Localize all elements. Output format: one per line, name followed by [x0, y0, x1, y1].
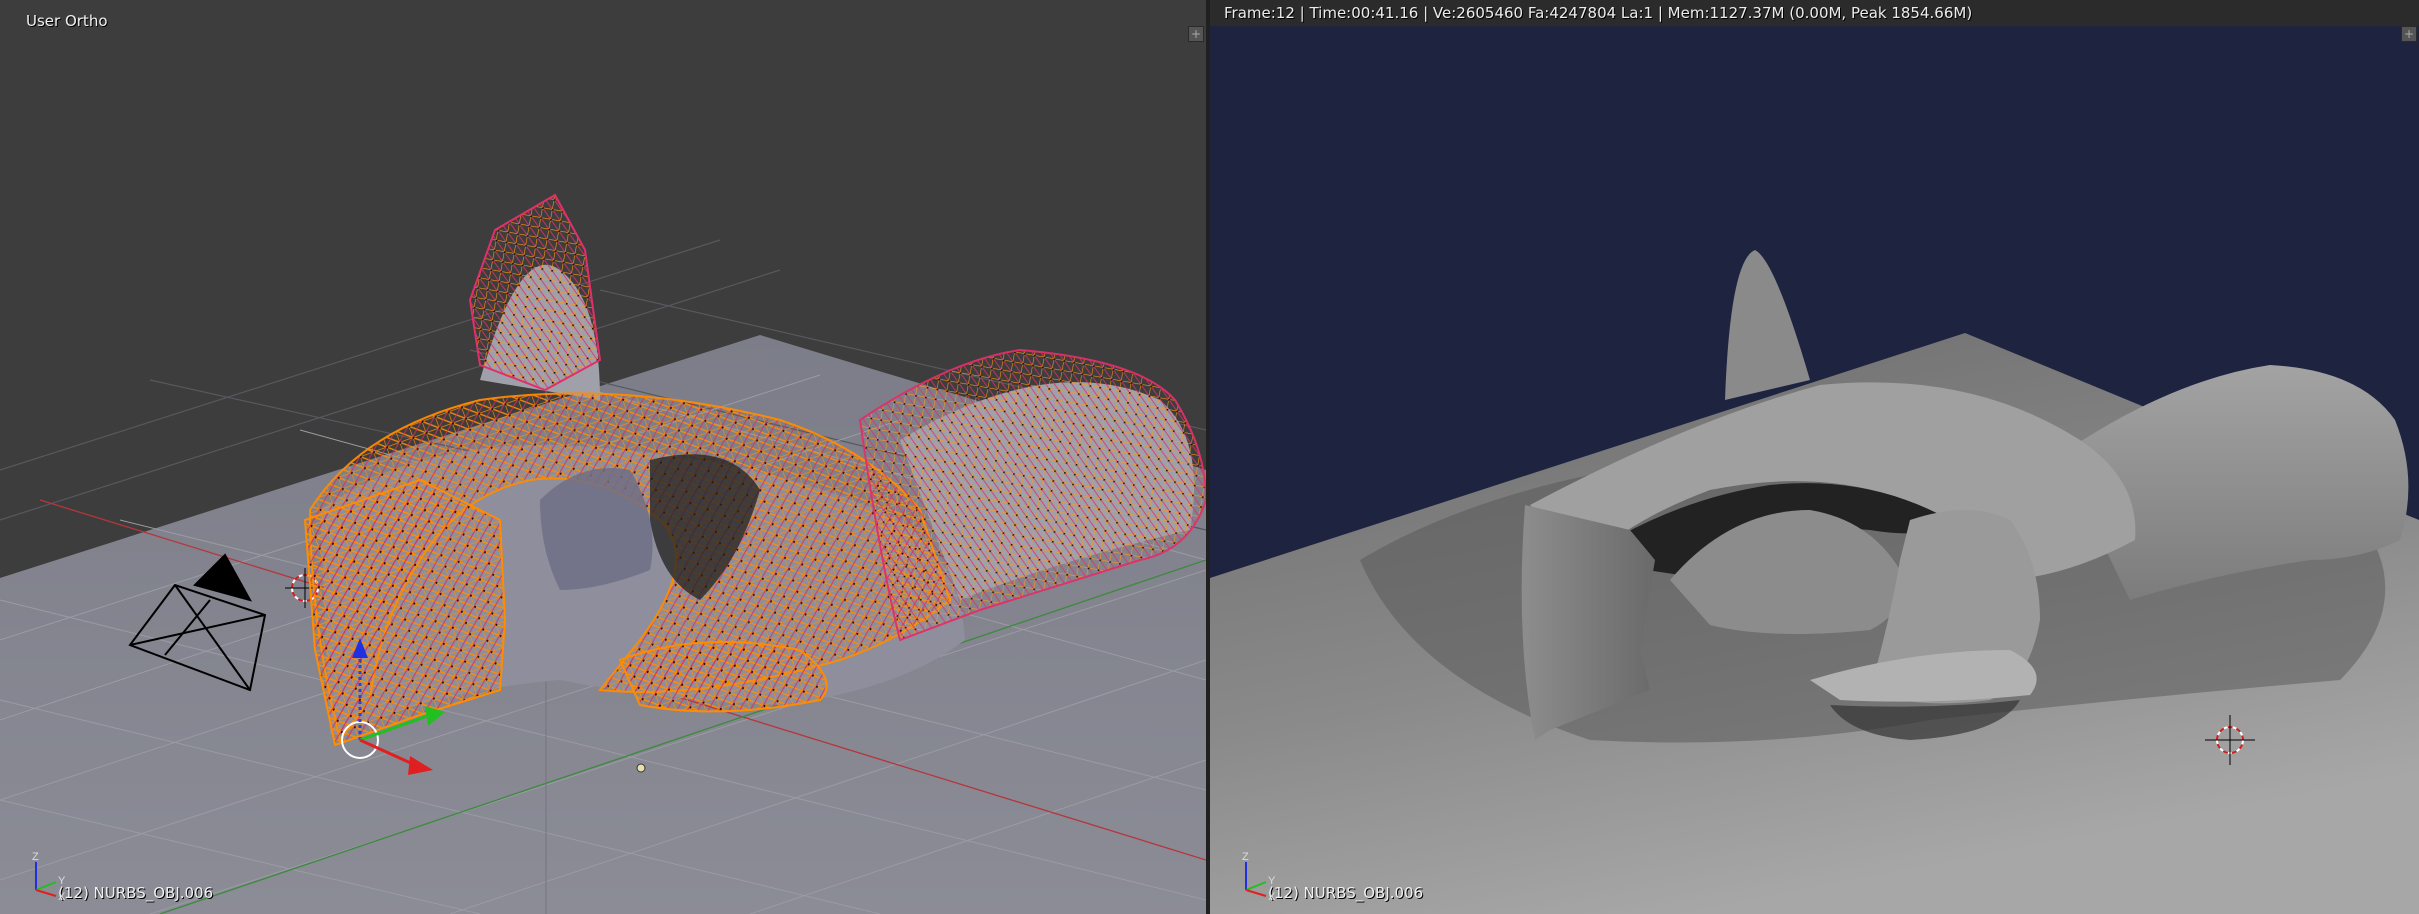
- gizmo-y-label: Y: [58, 875, 66, 887]
- plus-icon: +: [2403, 27, 2415, 41]
- gizmo-z-label-right: Z: [1242, 851, 1249, 863]
- render-stats-bar: Frame:12 | Time:00:41.16 | Ve:2605460 Fa…: [1210, 0, 2419, 26]
- plus-icon: +: [1190, 27, 1202, 41]
- viewport-left[interactable]: User Ortho (12) NURBS_OBJ.006 + Z Y X: [0, 0, 1206, 914]
- active-object-label: (12) NURBS_OBJ.006: [58, 884, 214, 902]
- gizmo-x-label: X: [58, 891, 66, 900]
- axis-gizmo: Z Y X: [32, 851, 66, 900]
- corner-split-widget-right[interactable]: +: [2401, 26, 2417, 42]
- viewport-right[interactable]: Frame:12 | Time:00:41.16 | Ve:2605460 Fa…: [1210, 0, 2419, 914]
- render-stats-text: Frame:12 | Time:00:41.16 | Ve:2605460 Fa…: [1224, 4, 1973, 22]
- view-name-label: User Ortho: [26, 12, 108, 30]
- scene-right[interactable]: [1210, 0, 2419, 914]
- gizmo-y-label-right: Y: [1268, 875, 1276, 887]
- gizmo-z-label: Z: [32, 851, 39, 863]
- axis-gizmo-right: Z Y X: [1242, 851, 1276, 900]
- corner-split-widget[interactable]: +: [1188, 26, 1204, 42]
- scene-left[interactable]: [0, 0, 1206, 914]
- origin-dot: [636, 763, 646, 773]
- active-object-label-right: (12) NURBS_OBJ.006: [1268, 884, 1424, 902]
- gizmo-x-label-right: X: [1268, 891, 1276, 900]
- render-tower: [1725, 250, 1810, 400]
